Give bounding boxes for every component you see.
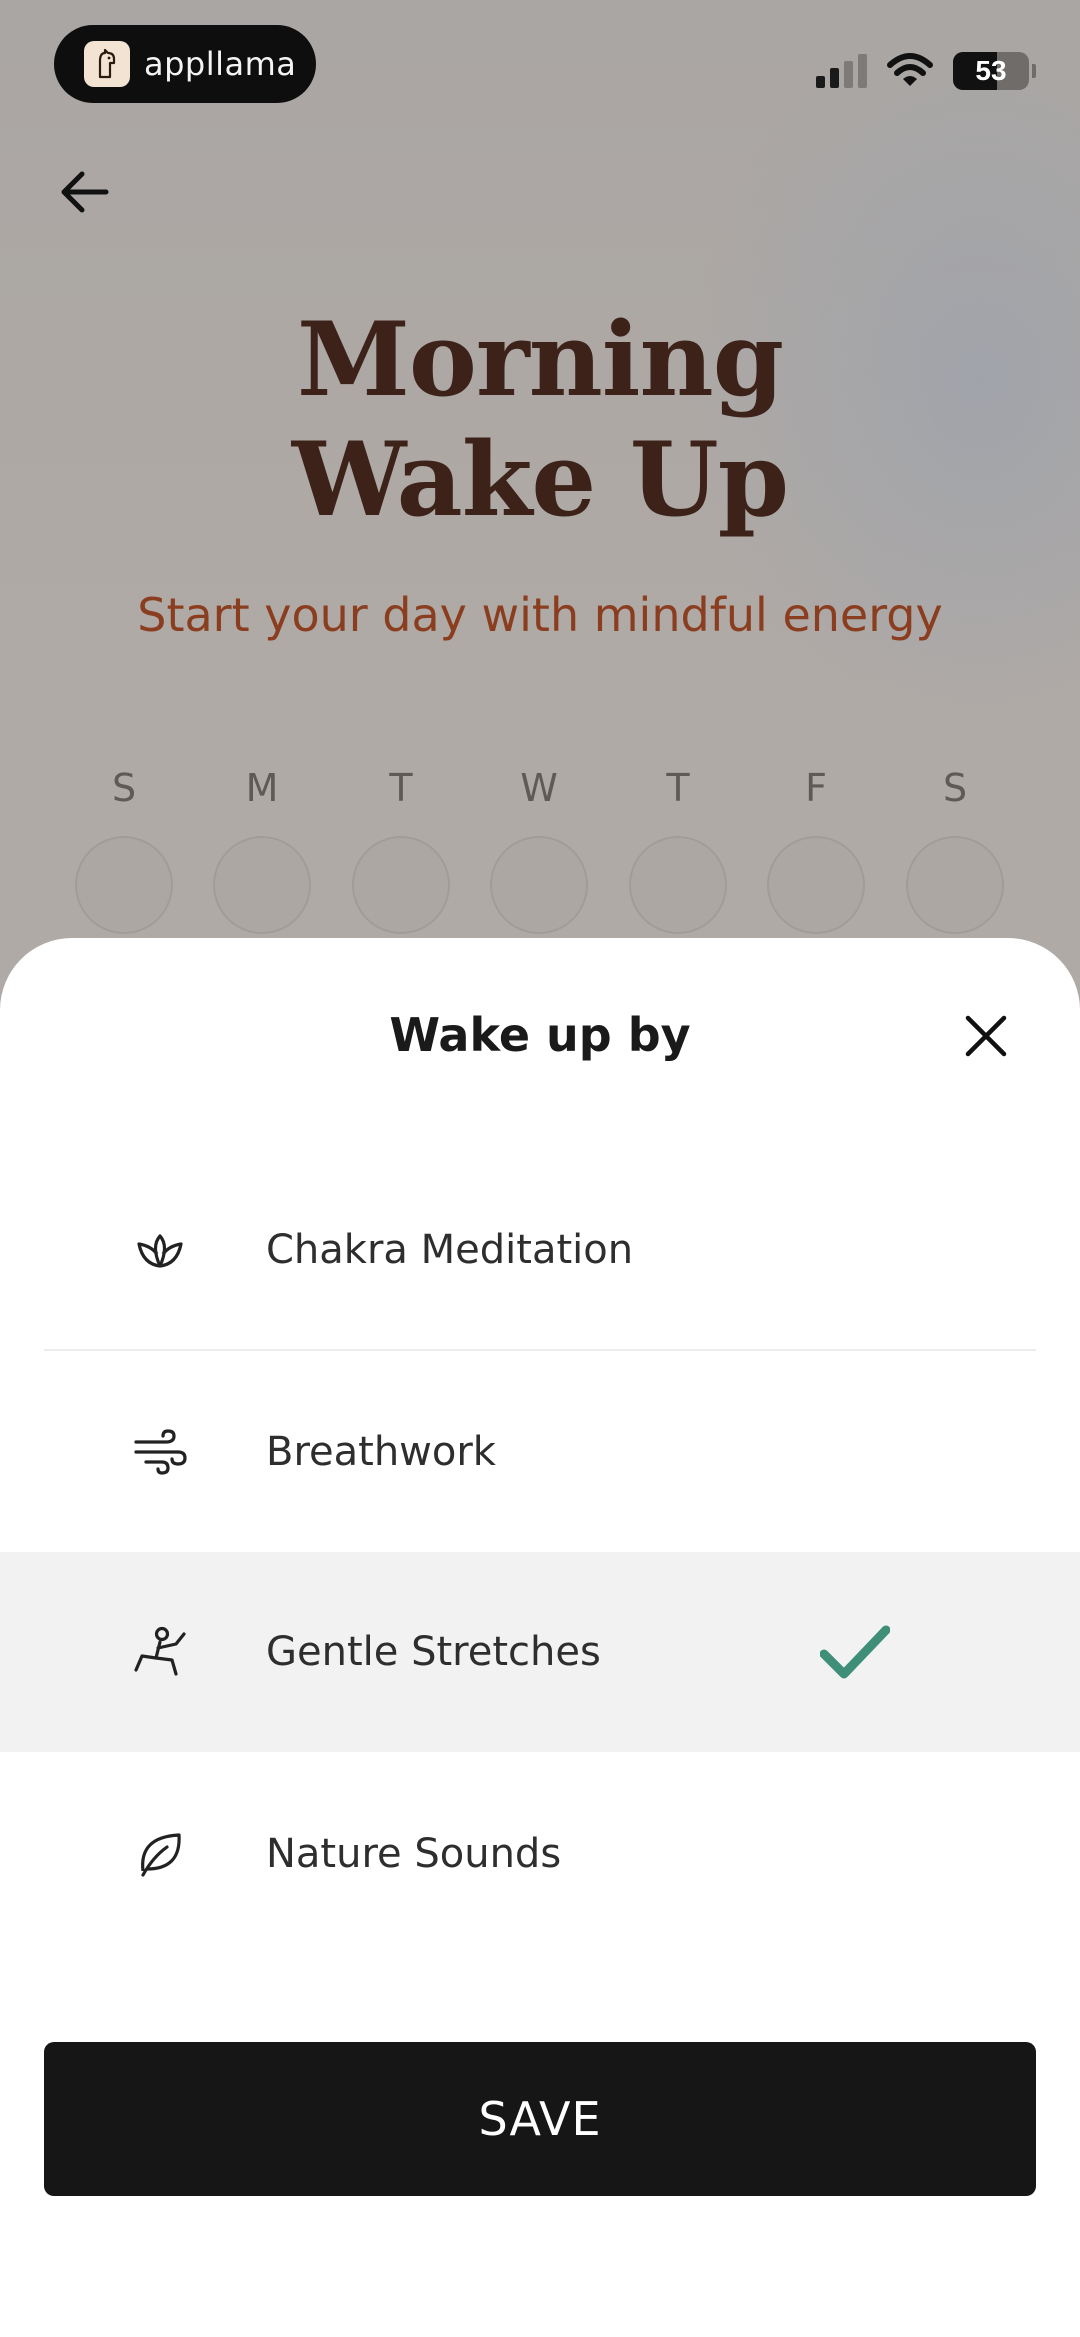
day-toggle[interactable] [352, 836, 450, 934]
option-gentle-stretches[interactable]: Gentle Stretches [0, 1552, 1080, 1752]
day-letter: T [389, 766, 413, 810]
leaf-icon [130, 1824, 190, 1884]
day-letter: F [805, 766, 827, 810]
page-subtitle: Start your day with mindful energy [137, 588, 943, 642]
day-letter: S [942, 766, 968, 810]
day-toggle[interactable] [75, 836, 173, 934]
battery-level: 53 [975, 55, 1007, 86]
sheet-title: Wake up by [389, 1008, 691, 1062]
wifi-icon [887, 53, 933, 86]
option-nature-sounds[interactable]: Nature Sounds [0, 1754, 1080, 1954]
day-letter: W [520, 766, 558, 810]
option-breathwork[interactable]: Breathwork [0, 1352, 1080, 1552]
arrow-left-icon [61, 171, 109, 213]
back-button[interactable] [52, 160, 116, 224]
option-label: Gentle Stretches [266, 1629, 601, 1675]
day-letter: T [666, 766, 690, 810]
day-monday[interactable]: M [212, 762, 312, 934]
close-button[interactable] [956, 1006, 1016, 1066]
option-label: Breathwork [266, 1429, 496, 1475]
close-icon [965, 1015, 1007, 1057]
app-pill-label: appllama [144, 45, 297, 83]
page-title: Morning Wake Up [0, 300, 1080, 540]
day-letter: M [245, 766, 279, 810]
day-selector: S M T W T F S [74, 762, 1006, 942]
checkmark-icon [820, 1625, 890, 1679]
battery-icon: 53 [953, 52, 1029, 90]
cellular-signal-icon [816, 54, 867, 88]
status-bar: appllama 53 [0, 0, 1080, 140]
day-thursday[interactable]: T [628, 762, 728, 934]
page-title-line1: Morning [296, 300, 784, 420]
lotus-icon [130, 1220, 190, 1280]
day-tuesday[interactable]: T [351, 762, 451, 934]
day-toggle[interactable] [490, 836, 588, 934]
day-toggle[interactable] [767, 836, 865, 934]
llama-logo-icon [84, 41, 130, 87]
day-toggle[interactable] [906, 836, 1004, 934]
day-toggle[interactable] [213, 836, 311, 934]
day-saturday[interactable]: S [905, 762, 1005, 934]
wake-up-by-sheet: Wake up by Chakra Meditation Breathwork [0, 938, 1080, 2337]
day-wednesday[interactable]: W [489, 762, 589, 934]
divider [44, 1349, 1036, 1351]
option-label: Nature Sounds [266, 1831, 562, 1877]
day-sunday[interactable]: S [74, 762, 174, 934]
day-letter: S [111, 766, 137, 810]
wind-icon [130, 1422, 190, 1482]
day-friday[interactable]: F [766, 762, 866, 934]
page-title-line2: Wake Up [291, 420, 789, 540]
save-button[interactable]: SAVE [44, 2042, 1036, 2196]
app-pill[interactable]: appllama [54, 25, 316, 103]
stretch-icon [130, 1622, 190, 1682]
day-toggle[interactable] [629, 836, 727, 934]
option-chakra-meditation[interactable]: Chakra Meditation [0, 1150, 1080, 1350]
system-icons: 53 [816, 50, 1036, 92]
option-label: Chakra Meditation [266, 1227, 634, 1273]
